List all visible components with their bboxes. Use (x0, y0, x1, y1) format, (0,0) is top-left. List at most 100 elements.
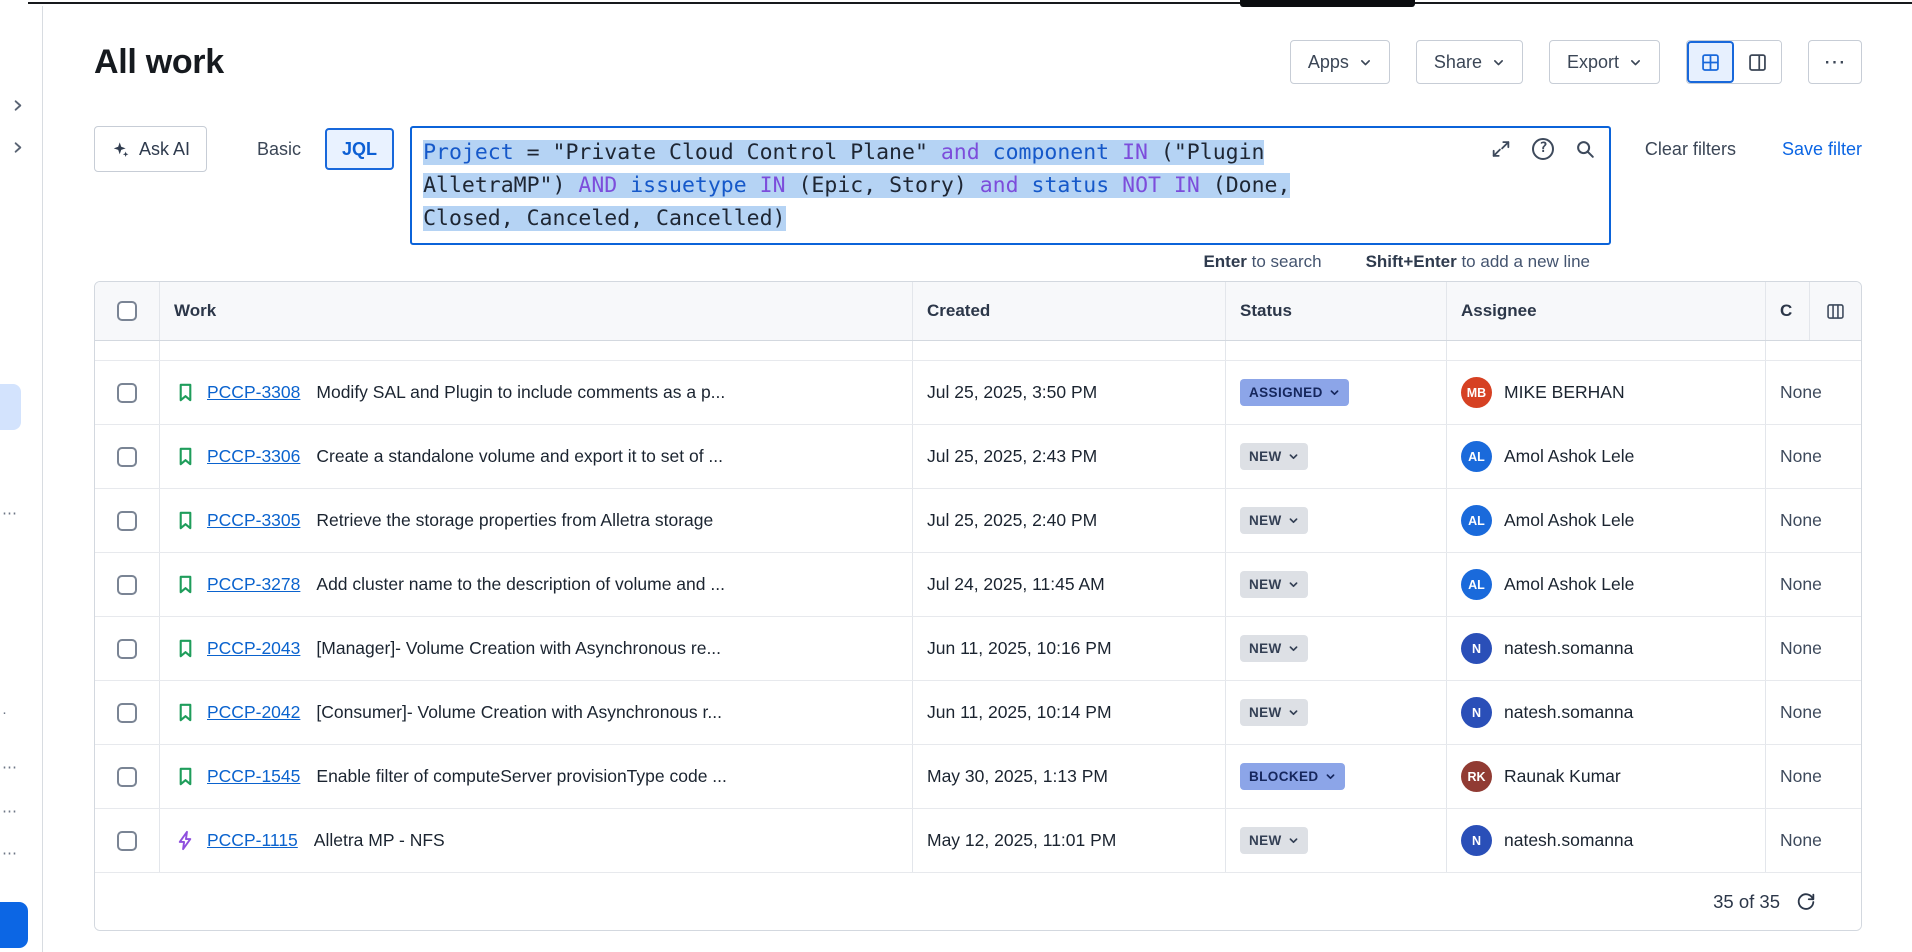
story-icon (174, 381, 197, 404)
story-icon (174, 701, 197, 724)
syntax-help-button[interactable]: ? (1532, 137, 1555, 160)
assignee-avatar: RK (1461, 761, 1492, 792)
save-filter-link[interactable]: Save filter (1782, 126, 1862, 172)
collapsed-sidebar: ⋯ · ⋯ ⋯ ⋯ (0, 6, 43, 952)
status-dropdown[interactable]: BLOCKED (1240, 763, 1345, 790)
table-footer: 35 of 35 (95, 873, 1861, 930)
column-header-extra[interactable]: C (1766, 301, 1809, 321)
issue-summary: Enable filter of computeServer provision… (316, 766, 727, 787)
configure-columns-button[interactable] (1809, 282, 1861, 340)
share-button[interactable]: Share (1416, 40, 1523, 84)
table-row[interactable]: PCCP-1545 Enable filter of computeServer … (95, 745, 1861, 809)
table-row[interactable]: PCCP-3306 Create a standalone volume and … (95, 425, 1861, 489)
story-icon (174, 637, 197, 660)
created-cell: Jul 25, 2025, 3:50 PM (912, 361, 1225, 424)
apps-button[interactable]: Apps (1290, 40, 1390, 84)
sidebar-blue-button-fragment[interactable] (0, 902, 28, 948)
table-row-partial (95, 341, 1861, 361)
chevron-right-icon[interactable] (10, 98, 25, 118)
created-cell: Jul 24, 2025, 11:45 AM (912, 553, 1225, 616)
table-row[interactable]: PCCP-3305Retrieve the storage properties… (95, 489, 1861, 553)
header-toolbar: Apps Share Export ⋯ (1290, 40, 1862, 84)
table-row[interactable]: PCCP-2043 [Manager]- Volume Creation with… (95, 617, 1861, 681)
issue-key-link[interactable]: PCCP-3278 (207, 574, 300, 595)
issue-key-link[interactable]: PCCP-2042 (207, 702, 300, 723)
expand-icon (1490, 138, 1512, 160)
refresh-button[interactable] (1795, 891, 1817, 913)
row-count: 35 of 35 (1713, 891, 1780, 913)
mode-basic-button[interactable]: Basic (245, 126, 313, 172)
column-header-status[interactable]: Status (1225, 282, 1446, 340)
browser-tab-fragment (1240, 0, 1415, 7)
ask-ai-button[interactable]: Ask AI (94, 126, 207, 172)
table-row[interactable]: PCCP-2042 [Consumer]- Volume Creation wit… (95, 681, 1861, 745)
detail-view-toggle[interactable] (1734, 41, 1781, 83)
status-dropdown[interactable]: ASSIGNED (1240, 379, 1349, 406)
clear-filters-button[interactable]: Clear filters (1645, 126, 1736, 172)
status-dropdown[interactable]: NEW (1240, 571, 1308, 598)
status-dropdown[interactable]: NEW (1240, 507, 1308, 534)
column-header-assignee[interactable]: Assignee (1446, 282, 1765, 340)
row-checkbox[interactable] (117, 511, 137, 531)
status-dropdown[interactable]: NEW (1240, 699, 1308, 726)
extra-cell: None (1765, 617, 1861, 680)
table-row[interactable]: PCCP-1115Alletra MP - NFSMay 12, 2025, 1… (95, 809, 1861, 873)
ellipsis-icon[interactable]: ⋯ (2, 802, 18, 820)
issue-key-link[interactable]: PCCP-1115 (207, 830, 298, 851)
expand-editor-button[interactable] (1490, 137, 1513, 160)
more-actions-button[interactable]: ⋯ (1808, 40, 1862, 84)
issue-summary: Alletra MP - NFS (314, 830, 445, 851)
search-icon (1574, 138, 1596, 160)
view-toggle-group (1686, 40, 1782, 84)
row-checkbox[interactable] (117, 831, 137, 851)
issue-key-link[interactable]: PCCP-1545 (207, 766, 300, 787)
column-header-work[interactable]: Work (159, 282, 912, 340)
ellipsis-icon[interactable]: ⋯ (2, 504, 18, 522)
select-all-checkbox[interactable] (117, 301, 137, 321)
row-checkbox[interactable] (117, 383, 137, 403)
table-row[interactable]: PCCP-3278Add cluster name to the descrip… (95, 553, 1861, 617)
ellipsis-icon[interactable]: ⋯ (2, 844, 18, 862)
chevron-down-icon (1359, 56, 1372, 69)
chevron-right-icon[interactable] (10, 140, 25, 160)
extra-cell: None (1765, 361, 1861, 424)
issue-key-link[interactable]: PCCP-3308 (207, 382, 300, 403)
issue-key-link[interactable]: PCCP-3306 (207, 446, 300, 467)
hint-shift-text: to add a new line (1457, 252, 1590, 271)
ellipsis-icon[interactable]: ⋯ (2, 758, 18, 776)
ellipsis-icon[interactable]: · (2, 704, 8, 721)
row-checkbox[interactable] (117, 639, 137, 659)
row-checkbox[interactable] (117, 767, 137, 787)
filter-bar: Ask AI Basic JQL Project = "Private Clou… (94, 126, 1862, 245)
hint-enter-key: Enter (1203, 252, 1246, 271)
status-dropdown[interactable]: NEW (1240, 827, 1308, 854)
sidebar-active-item-fragment[interactable] (0, 384, 21, 430)
issue-key-link[interactable]: PCCP-2043 (207, 638, 300, 659)
created-cell: Jul 25, 2025, 2:43 PM (912, 425, 1225, 488)
row-checkbox[interactable] (117, 575, 137, 595)
table-row[interactable]: PCCP-3308 Modify SAL and Plugin to includ… (95, 361, 1861, 425)
status-dropdown[interactable]: NEW (1240, 443, 1308, 470)
issue-summary: [Consumer]- Volume Creation with Asynchr… (316, 702, 722, 723)
row-checkbox[interactable] (117, 447, 137, 467)
issue-summary: [Manager]- Volume Creation with Asynchro… (316, 638, 721, 659)
mode-jql-button[interactable]: JQL (325, 128, 394, 170)
column-header-created[interactable]: Created (912, 282, 1225, 340)
row-checkbox[interactable] (117, 703, 137, 723)
created-cell: May 30, 2025, 1:13 PM (912, 745, 1225, 808)
detail-view-icon (1747, 52, 1768, 73)
assignee-name: Amol Ashok Lele (1504, 510, 1634, 531)
assignee-name: MIKE BERHAN (1504, 382, 1625, 403)
extra-cell: None (1765, 425, 1861, 488)
created-cell: Jul 25, 2025, 2:40 PM (912, 489, 1225, 552)
jql-editor-content: Project = "Private Cloud Control Plane" … (423, 136, 1489, 235)
search-submit-button[interactable] (1574, 137, 1597, 160)
grid-view-toggle[interactable] (1687, 41, 1734, 83)
export-button[interactable]: Export (1549, 40, 1660, 84)
status-dropdown[interactable]: NEW (1240, 635, 1308, 662)
issue-summary: Create a standalone volume and export it… (316, 446, 723, 467)
issue-summary: Modify SAL and Plugin to include comment… (316, 382, 725, 403)
issue-key-link[interactable]: PCCP-3305 (207, 510, 300, 531)
export-button-label: Export (1567, 52, 1619, 73)
jql-query-editor[interactable]: Project = "Private Cloud Control Plane" … (410, 126, 1611, 245)
